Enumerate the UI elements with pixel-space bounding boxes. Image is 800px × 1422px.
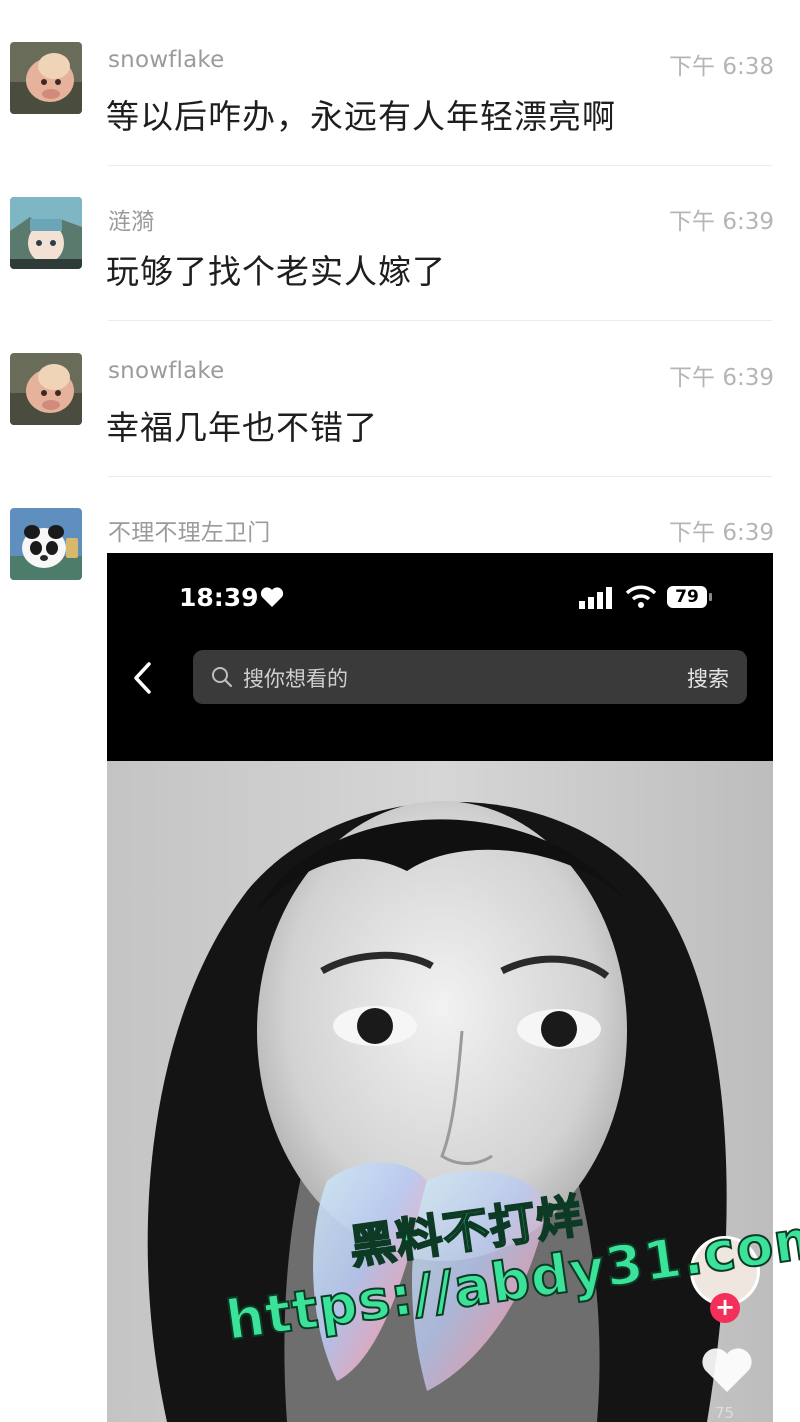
timestamp: 下午 6:39 — [669, 520, 774, 546]
battery-tip — [709, 593, 712, 601]
search-placeholder[interactable]: 搜你想看的 — [243, 663, 348, 693]
search-icon — [212, 667, 233, 688]
signal-icon — [579, 587, 612, 609]
like-heart-icon[interactable] — [701, 1346, 753, 1394]
follow-button[interactable]: + — [710, 1293, 740, 1323]
back-arrow-icon[interactable] — [131, 661, 155, 695]
search-bar[interactable]: 搜你想看的 搜索 — [193, 650, 747, 704]
like-count: 75 — [715, 1404, 735, 1422]
sender-name: 不理不理左卫门 — [108, 520, 271, 546]
search-button[interactable]: 搜索 — [687, 663, 729, 693]
chat-message: 不理不理左卫门 下午 6:39 — [0, 0, 800, 580]
battery-indicator: 79 — [667, 586, 707, 608]
heart-icon — [260, 587, 284, 607]
avatar[interactable] — [10, 508, 82, 580]
status-bar: 18:39 79 — [107, 553, 773, 643]
status-clock: 18:39 — [179, 583, 259, 612]
wifi-icon — [625, 585, 657, 608]
